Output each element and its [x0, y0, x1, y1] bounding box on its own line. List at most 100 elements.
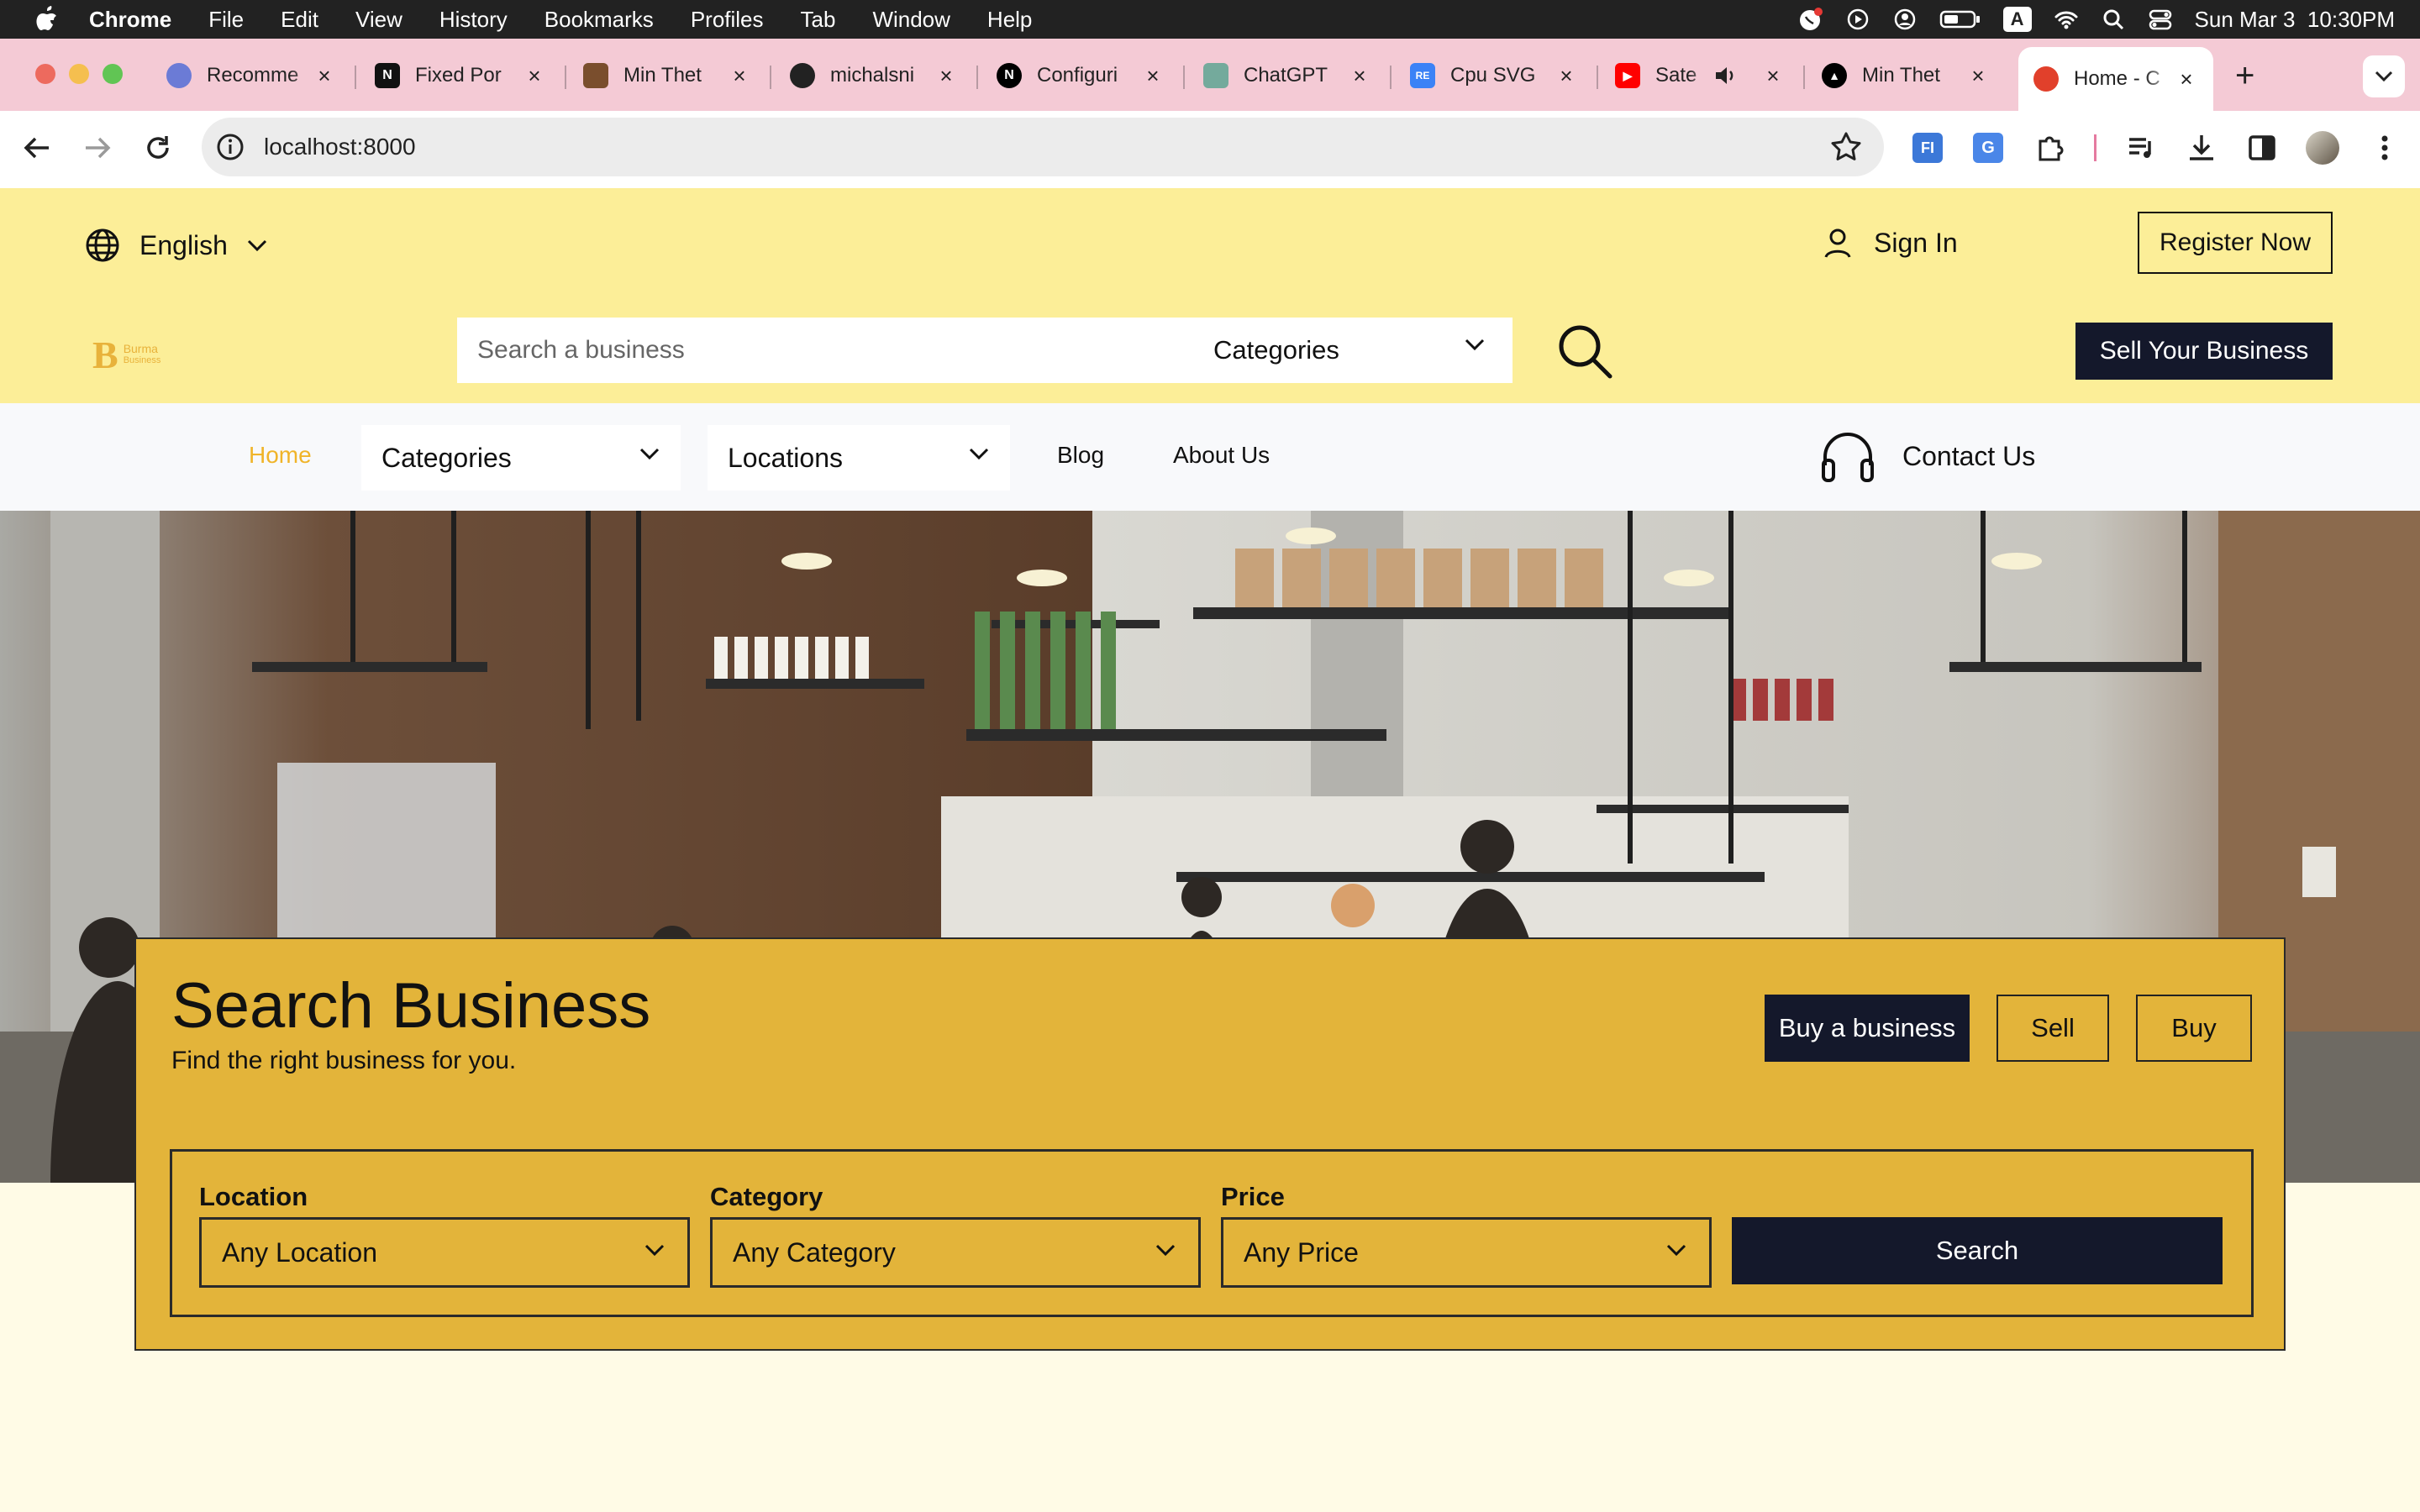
tab-separator: [770, 66, 771, 89]
tab-close-icon[interactable]: ×: [2175, 67, 2198, 91]
sell-toggle-button[interactable]: Sell: [1996, 995, 2109, 1062]
menu-file[interactable]: File: [208, 7, 244, 33]
google-translate-icon[interactable]: G: [1973, 133, 2003, 163]
browser-tab[interactable]: RE Cpu SVG ×: [1410, 52, 1578, 99]
extension-translate-icon[interactable]: FI: [1912, 133, 1943, 163]
menu-tab[interactable]: Tab: [801, 7, 836, 33]
more-menu-icon[interactable]: [2368, 131, 2402, 165]
control-center-icon[interactable]: [2148, 7, 2173, 32]
panel-subtitle: Find the right business for you.: [171, 1047, 517, 1074]
side-panel-icon[interactable]: [2245, 131, 2279, 165]
profile-avatar[interactable]: [2306, 131, 2339, 165]
tab-close-icon[interactable]: ×: [728, 64, 751, 87]
register-button[interactable]: Register Now: [2138, 212, 2333, 274]
main-nav: Home Categories Locations Blog About Us …: [0, 403, 2420, 511]
logo-text-line-1: Burma: [123, 342, 158, 355]
spotlight-search-icon[interactable]: [2101, 7, 2126, 32]
tab-close-icon[interactable]: ×: [1761, 64, 1785, 87]
buy-a-business-button[interactable]: Buy a business: [1765, 995, 1970, 1062]
download-icon[interactable]: [2185, 131, 2218, 165]
menu-edit[interactable]: Edit: [281, 7, 318, 33]
menu-window[interactable]: Window: [872, 7, 950, 33]
tab-close-icon[interactable]: ×: [523, 64, 546, 87]
tab-close-icon[interactable]: ×: [1966, 64, 1990, 87]
input-source-badge[interactable]: A: [2002, 7, 2032, 32]
menu-app-name[interactable]: Chrome: [89, 7, 171, 33]
back-arrow-icon[interactable]: [20, 131, 54, 165]
window-close-button[interactable]: [35, 64, 55, 84]
menu-bookmarks[interactable]: Bookmarks: [544, 7, 654, 33]
tab-close-icon[interactable]: ×: [934, 64, 958, 87]
chevron-down-icon: [2375, 71, 2393, 82]
search-icon[interactable]: [1556, 323, 1615, 381]
sign-in-link[interactable]: Sign In: [1822, 227, 1958, 259]
logo-text: Burma Business: [124, 343, 161, 366]
battery-icon[interactable]: [1939, 7, 1981, 32]
messages-status-icon[interactable]: [1798, 7, 1823, 32]
browser-tab[interactable]: Min Thet ×: [583, 52, 751, 99]
browser-tab-active[interactable]: Home - C ×: [2018, 47, 2213, 111]
tab-close-icon[interactable]: ×: [1348, 64, 1371, 87]
wifi-icon[interactable]: [2054, 7, 2079, 32]
nav-locations-dropdown[interactable]: Locations: [708, 425, 1010, 491]
tab-title: Configuri: [1037, 64, 1118, 87]
tab-close-icon[interactable]: ×: [1141, 64, 1165, 87]
tab-close-icon[interactable]: ×: [1555, 64, 1578, 87]
menu-help[interactable]: Help: [987, 7, 1032, 33]
tab-title: Home - C: [2074, 67, 2160, 90]
forward-arrow-icon[interactable]: [81, 131, 114, 165]
tab-separator: [1183, 66, 1185, 89]
new-tab-button[interactable]: +: [2235, 57, 2254, 95]
menu-view[interactable]: View: [355, 7, 402, 33]
nav-blog-link[interactable]: Blog: [1057, 442, 1104, 469]
menu-history[interactable]: History: [439, 7, 508, 33]
tab-title: Min Thet: [1862, 64, 1940, 87]
nav-contact-link[interactable]: Contact Us: [1818, 427, 2035, 486]
category-value: Any Category: [733, 1236, 896, 1268]
location-select[interactable]: Any Location: [199, 1217, 690, 1288]
tab-title: Recomme: [207, 64, 299, 87]
tab-close-icon[interactable]: ×: [313, 64, 336, 87]
address-bar[interactable]: localhost:8000: [202, 118, 1884, 176]
price-select[interactable]: Any Price: [1221, 1217, 1712, 1288]
browser-tab[interactable]: ▲ Min Thet ×: [1822, 52, 1990, 99]
category-select[interactable]: Any Category: [710, 1217, 1201, 1288]
buy-toggle-button[interactable]: Buy: [2136, 995, 2252, 1062]
browser-tab[interactable]: N Configuri ×: [997, 52, 1165, 99]
chevron-down-icon: [1465, 339, 1485, 351]
language-selector[interactable]: English: [84, 227, 268, 264]
site-info-icon[interactable]: [215, 132, 245, 162]
nav-home-link[interactable]: Home: [249, 442, 312, 469]
site-logo[interactable]: B Burma Business: [92, 329, 185, 380]
menu-clock[interactable]: Sun Mar 3 10:30PM: [2195, 7, 2395, 33]
user-status-icon[interactable]: [1892, 7, 1918, 32]
tab-search-button[interactable]: [2363, 55, 2405, 97]
browser-tab[interactable]: ▶ Sate ×: [1615, 52, 1785, 99]
tab-title: Sate: [1655, 64, 1697, 87]
bookmark-star-icon[interactable]: [1830, 131, 1862, 163]
notion-icon: N: [375, 63, 400, 88]
browser-tab[interactable]: Recomme ×: [166, 52, 336, 99]
url-text[interactable]: localhost:8000: [264, 134, 416, 160]
tab-title: ChatGPT: [1244, 64, 1328, 87]
header-category-select[interactable]: Categories: [1213, 318, 1485, 383]
menu-profiles[interactable]: Profiles: [691, 7, 764, 33]
reload-icon[interactable]: [141, 131, 175, 165]
apple-icon[interactable]: [34, 5, 59, 34]
nav-about-link[interactable]: About Us: [1173, 442, 1270, 469]
nav-categories-dropdown[interactable]: Categories: [361, 425, 681, 491]
search-submit-button[interactable]: Search: [1732, 1217, 2223, 1284]
media-controls-icon[interactable]: [2124, 131, 2158, 165]
browser-tab[interactable]: michalsni ×: [790, 52, 958, 99]
tab-audio-icon[interactable]: [1712, 63, 1738, 88]
browser-tab[interactable]: ChatGPT ×: [1203, 52, 1371, 99]
window-minimize-button[interactable]: [69, 64, 89, 84]
tab-separator: [976, 66, 978, 89]
play-status-icon[interactable]: [1845, 7, 1870, 32]
extensions-puzzle-icon[interactable]: [2033, 131, 2067, 165]
window-zoom-button[interactable]: [103, 64, 123, 84]
chevron-down-icon: [1666, 1244, 1686, 1257]
browser-tab[interactable]: N Fixed Por ×: [375, 52, 546, 99]
business-search-input[interactable]: [477, 336, 1200, 365]
sell-your-business-button[interactable]: Sell Your Business: [2075, 323, 2333, 380]
